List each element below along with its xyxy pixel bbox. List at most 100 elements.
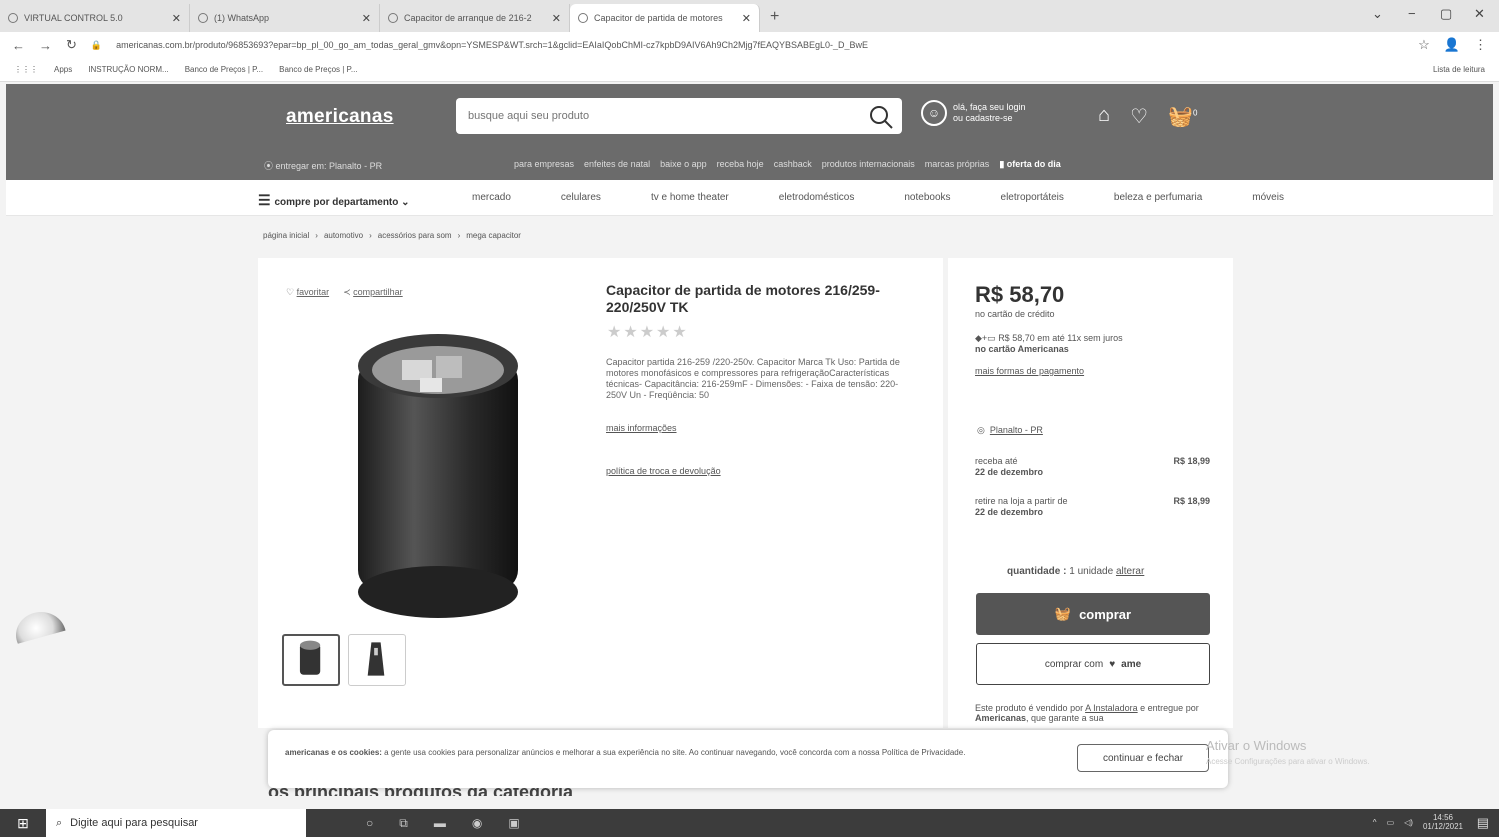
taskbar-search[interactable]: ⌕ Digite aqui para pesquisar	[46, 809, 306, 837]
lock-icon: 🔒	[90, 39, 103, 50]
windows-start-icon[interactable]: ⊞	[0, 809, 46, 837]
tray-chevron-icon[interactable]: ^	[1373, 818, 1377, 827]
notifications-icon[interactable]: ▤	[1477, 815, 1489, 831]
minimize-icon[interactable]: −	[1408, 6, 1416, 21]
new-tab-icon[interactable]: +	[760, 4, 789, 32]
bookmark[interactable]: INSTRUÇÃO NORM...	[88, 65, 168, 74]
browser-tab[interactable]: Capacitor de arranque de 216-2 ✕	[380, 4, 570, 32]
breadcrumb-item[interactable]: página inicial	[263, 231, 309, 240]
nav-item[interactable]: eletroportáteis	[1001, 192, 1064, 203]
pickup-option: retire na loja a partir de 22 de dezembr…	[975, 496, 1210, 518]
share-button[interactable]: ≺ compartilhar	[343, 287, 403, 298]
profile-icon[interactable]: 👤	[1444, 37, 1460, 53]
breadcrumb-item[interactable]: acessórios para som	[378, 231, 452, 240]
tab-close-icon[interactable]: ✕	[362, 12, 371, 25]
tab-close-icon[interactable]: ✕	[742, 12, 751, 25]
ame-brand: ame	[1121, 658, 1142, 670]
bookmark[interactable]: Banco de Preços | P...	[279, 65, 357, 74]
browser-tab[interactable]: (1) WhatsApp ✕	[190, 4, 380, 32]
card-icon: ◆+▭	[975, 333, 999, 343]
more-info-link[interactable]: mais informações	[606, 423, 677, 433]
tab-search-icon[interactable]: ⌄	[1372, 6, 1383, 22]
seller-text2: e entregue por	[1140, 703, 1199, 713]
buy-button[interactable]: 🧺 comprar	[976, 593, 1210, 635]
login-link[interactable]: ☺ olá, faça seu login ou cadastre-se	[921, 100, 1026, 126]
close-window-icon[interactable]: ✕	[1474, 6, 1485, 22]
browser-tab[interactable]: VIRTUAL CONTROL 5.0 ✕	[0, 4, 190, 32]
reload-icon[interactable]: ↻	[66, 37, 77, 53]
rating-stars[interactable]: ★★★★★	[607, 322, 689, 342]
installment-card: no cartão Americanas	[975, 344, 1069, 354]
taskbar-apps: ○ ⧉ ▬ ◉ ▣	[366, 816, 520, 831]
volume-icon[interactable]: ◁)	[1404, 818, 1413, 827]
payment-methods-link[interactable]: mais formas de pagamento	[975, 366, 1084, 376]
thumbnail-2[interactable]	[348, 634, 406, 686]
delivery-location[interactable]: ⦿ entregar em: Planalto - PR	[264, 159, 514, 172]
quantity: quantidade : 1 unidade alterar	[1007, 566, 1144, 577]
nav-item[interactable]: tv e home theater	[651, 192, 729, 203]
header-link[interactable]: marcas próprias	[925, 159, 990, 172]
return-policy-link[interactable]: política de troca e devolução	[606, 466, 721, 476]
header-link[interactable]: cashback	[774, 159, 812, 172]
deal-of-day-link[interactable]: ▮ oferta do dia	[999, 159, 1060, 172]
menu-icon[interactable]: ⋮	[1474, 37, 1487, 53]
tab-favicon-icon	[8, 13, 18, 23]
header-link[interactable]: produtos internacionais	[822, 159, 915, 172]
bookmark[interactable]: Apps	[54, 65, 72, 74]
reading-list[interactable]: Lista de leitura	[1433, 65, 1485, 74]
floating-chat-icon[interactable]	[16, 612, 66, 645]
header-icons: ⌂ ♡ 🧺0	[1098, 104, 1197, 129]
task-view-icon[interactable]: ⧉	[399, 816, 408, 831]
nav-item[interactable]: beleza e perfumaria	[1114, 192, 1202, 203]
quantity-change-link[interactable]: alterar	[1116, 566, 1144, 577]
bookmark-star-icon[interactable]: ☆	[1418, 37, 1430, 53]
search-icon[interactable]	[868, 104, 894, 130]
store-icon[interactable]: ⌂	[1098, 104, 1110, 129]
breadcrumb-item[interactable]: automotivo	[324, 231, 363, 240]
back-icon[interactable]: ←	[12, 38, 25, 53]
clock[interactable]: 14:56 01/12/2021	[1423, 813, 1463, 831]
search-input[interactable]	[456, 98, 902, 134]
product-image[interactable]	[340, 330, 536, 620]
nav-item[interactable]: notebooks	[904, 192, 950, 203]
department-menu[interactable]: ☰ compre por departamento ⌄	[258, 192, 410, 209]
nav-item[interactable]: mercado	[472, 192, 511, 203]
tab-close-icon[interactable]: ✕	[172, 12, 181, 25]
browser-tab-active[interactable]: Capacitor de partida de motores ✕	[570, 4, 760, 32]
seller-text3: , que garante a sua	[1026, 713, 1104, 723]
app-icon[interactable]: ▣	[508, 816, 519, 831]
tab-favicon-icon	[198, 13, 208, 23]
header-link[interactable]: baixe o app	[660, 159, 707, 172]
seller-text: Este produto é vendido por	[975, 703, 1084, 713]
bookmark[interactable]: Banco de Preços | P...	[185, 65, 263, 74]
file-explorer-icon[interactable]: ▬	[434, 816, 446, 831]
cortana-icon[interactable]: ○	[366, 816, 373, 831]
heart-plus-icon: ♡	[286, 287, 297, 297]
shipping-location[interactable]: ◎ Planalto - PR	[977, 425, 1043, 436]
nav-item[interactable]: eletrodomésticos	[779, 192, 855, 203]
shipping-label: receba até	[975, 456, 1018, 466]
breadcrumb-separator: ›	[457, 231, 461, 240]
maximize-icon[interactable]: ▢	[1440, 6, 1452, 22]
forward-icon[interactable]: →	[39, 38, 52, 53]
cart-count: 0	[1192, 108, 1198, 118]
header-link[interactable]: enfeites de natal	[584, 159, 650, 172]
buy-with-ame-button[interactable]: comprar com ♥ ame	[976, 643, 1210, 685]
nav-item[interactable]: celulares	[561, 192, 601, 203]
heart-icon[interactable]: ♡	[1130, 104, 1148, 129]
favorite-button[interactable]: ♡ favoritar	[286, 287, 329, 298]
network-icon[interactable]: ▭	[1387, 818, 1395, 827]
site-logo[interactable]: americanas	[286, 106, 394, 128]
thumbnail-1[interactable]	[282, 634, 340, 686]
cookie-accept-button[interactable]: continuar e fechar	[1077, 744, 1209, 772]
apps-icon[interactable]: ⋮⋮⋮	[14, 65, 38, 74]
header-link[interactable]: receba hoje	[717, 159, 764, 172]
url-field[interactable]: americanas.com.br/produto/96853693?epar=…	[116, 40, 1404, 50]
tab-close-icon[interactable]: ✕	[552, 12, 561, 25]
chrome-icon[interactable]: ◉	[472, 816, 482, 831]
breadcrumb-item[interactable]: mega capacitor	[466, 231, 521, 240]
cart-icon[interactable]: 🧺0	[1168, 104, 1197, 129]
nav-item[interactable]: móveis	[1252, 192, 1284, 203]
header-link[interactable]: para empresas	[514, 159, 574, 172]
seller-link[interactable]: A Instaladora	[1085, 703, 1138, 713]
